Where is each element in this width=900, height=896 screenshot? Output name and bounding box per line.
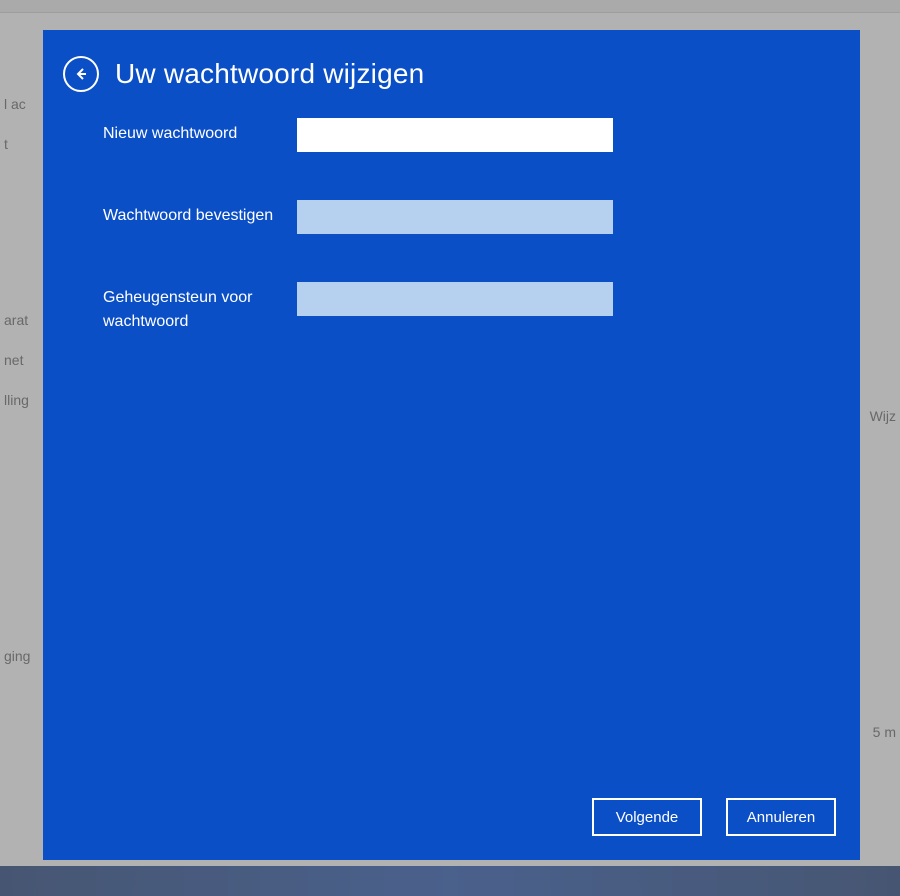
confirm-password-input[interactable] <box>297 200 613 234</box>
cancel-button[interactable]: Annuleren <box>726 798 836 836</box>
password-hint-label: Geheugensteun voor wachtwoord <box>103 282 297 334</box>
modal-header: Uw wachtwoord wijzigen <box>43 30 860 102</box>
arrow-left-icon <box>73 66 89 82</box>
password-hint-input[interactable] <box>297 282 613 316</box>
password-form: Nieuw wachtwoord Wachtwoord bevestigen G… <box>43 102 860 334</box>
back-button[interactable] <box>63 56 99 92</box>
confirm-password-label: Wachtwoord bevestigen <box>103 200 297 228</box>
change-password-modal: Uw wachtwoord wijzigen Nieuw wachtwoord … <box>43 30 860 860</box>
field-row-new-password: Nieuw wachtwoord <box>103 118 840 152</box>
next-button[interactable]: Volgende <box>592 798 702 836</box>
field-row-confirm-password: Wachtwoord bevestigen <box>103 200 840 234</box>
new-password-input[interactable] <box>297 118 613 152</box>
modal-footer: Volgende Annuleren <box>592 798 836 836</box>
modal-title: Uw wachtwoord wijzigen <box>115 58 424 90</box>
field-row-password-hint: Geheugensteun voor wachtwoord <box>103 282 840 334</box>
new-password-label: Nieuw wachtwoord <box>103 118 297 146</box>
